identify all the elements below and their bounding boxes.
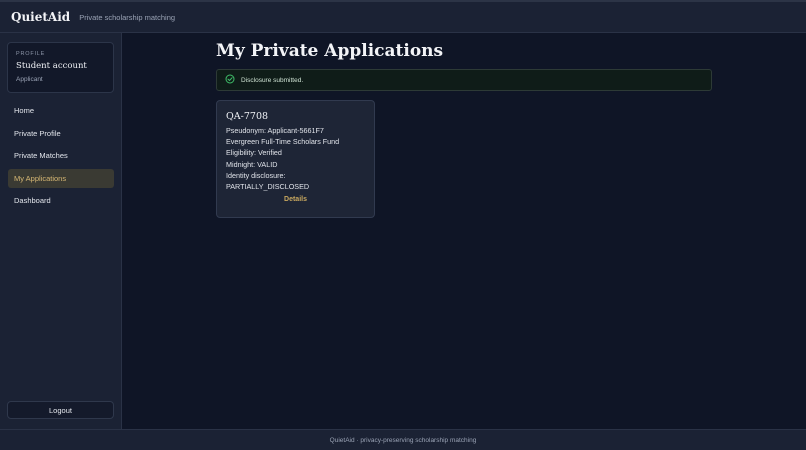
identity-disclosure-value: PARTIALLY_DISCLOSED xyxy=(226,182,310,192)
brand-logo[interactable]: QuietAid xyxy=(11,10,70,24)
footer-text: QuietAid · privacy-preserving scholarshi… xyxy=(329,436,477,444)
alert-message: Disclosure submitted. xyxy=(241,76,304,84)
logout-button[interactable]: Logout xyxy=(7,401,114,419)
sidebar-item-home[interactable]: Home xyxy=(8,101,114,120)
profile-card: PROFILE Student account Applicant xyxy=(7,42,114,93)
application-pseudonym: Pseudonym: Applicant-5661F7 xyxy=(226,126,324,135)
details-link[interactable]: Details xyxy=(226,196,365,203)
page-title: My Private Applications xyxy=(216,41,444,61)
sidebar-item-dashboard[interactable]: Dashboard xyxy=(8,191,114,210)
sidebar-item-private-profile[interactable]: Private Profile xyxy=(8,124,114,143)
sidebar-item-private-matches[interactable]: Private Matches xyxy=(8,146,114,165)
footer: QuietAid · privacy-preserving scholarshi… xyxy=(0,429,806,450)
application-id: QA-7708 xyxy=(226,111,269,122)
profile-name: Student account xyxy=(16,61,87,71)
application-card: QA-7708 Pseudonym: Applicant-5661F7 Ever… xyxy=(216,100,375,218)
main-content: My Private Applications Disclosure submi… xyxy=(122,33,806,429)
application-midnight: Midnight: VALID xyxy=(226,159,278,169)
profile-kicker: PROFILE xyxy=(16,51,46,57)
identity-disclosure-label: Identity disclosure: xyxy=(226,170,286,180)
check-circle-icon xyxy=(225,71,235,89)
top-bar: QuietAid Private scholarship matching xyxy=(0,0,806,33)
application-eligibility: Eligibility: Verified xyxy=(226,148,282,158)
sidebar-item-my-applications[interactable]: My Applications xyxy=(8,168,114,188)
sidebar-nav: Home Private Profile Private Matches My … xyxy=(8,101,114,214)
application-fund: Evergreen Full-Time Scholars Fund xyxy=(226,137,340,147)
brand-tagline: Private scholarship matching xyxy=(79,12,176,22)
sidebar: PROFILE Student account Applicant Home P… xyxy=(0,33,122,429)
success-alert: Disclosure submitted. xyxy=(216,69,712,91)
profile-role: Applicant xyxy=(16,76,43,83)
